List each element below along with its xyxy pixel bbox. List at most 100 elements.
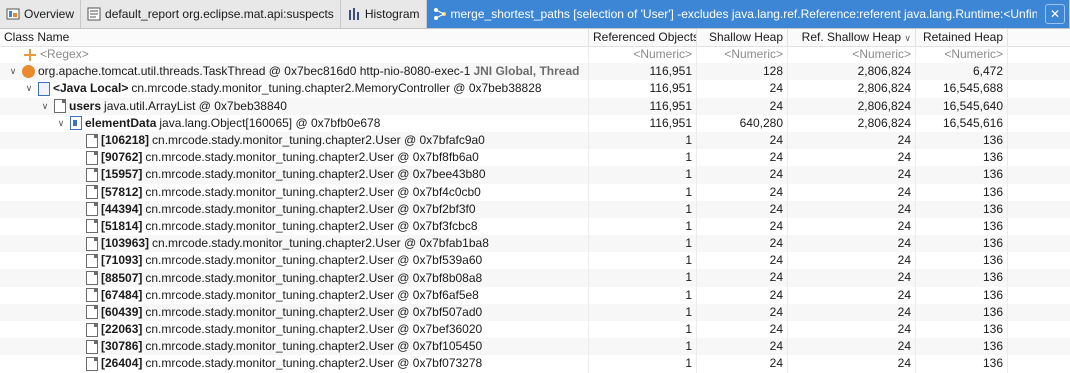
retained-heap-cell: 136 [916,235,1008,252]
table-row[interactable]: [30786]cn.mrcode.stady.monitor_tuning.ch… [0,338,1070,355]
table-row[interactable]: ∨ usersjava.util.ArrayList @ 0x7beb38840 1… [0,98,1070,115]
class-name-cell: [44394]cn.mrcode.stady.monitor_tuning.ch… [0,201,589,218]
tab-label: Histogram [365,7,420,21]
field-name: [30786] [101,338,142,355]
field-name: users [69,98,101,115]
retained-heap-cell: 136 [916,269,1008,286]
chevron-down-icon[interactable]: ∨ [39,100,51,112]
tab-overview[interactable]: Overview [0,0,81,28]
shallow-heap-cell: 24 [697,218,788,235]
column-header-shallow-heap[interactable]: Shallow Heap [697,29,788,46]
field-name: [15957] [101,166,142,183]
shallow-heap-cell: 24 [697,201,788,218]
table-row[interactable]: ∨ org.apache.tomcat.util.threads.TaskThre… [0,63,1070,80]
column-header-referenced-objects[interactable]: Referenced Objects [589,29,697,46]
table-row[interactable]: [60439]cn.mrcode.stady.monitor_tuning.ch… [0,304,1070,321]
table-row[interactable]: [51814]cn.mrcode.stady.monitor_tuning.ch… [0,218,1070,235]
class-name-cell: [88507]cn.mrcode.stady.monitor_tuning.ch… [0,269,589,286]
class-name-cell: [57812]cn.mrcode.stady.monitor_tuning.ch… [0,184,589,201]
object-icon [86,254,98,268]
filter-ref-shallow-input[interactable]: <Numeric> [788,46,916,63]
retained-heap-cell: 16,545,688 [916,80,1008,97]
field-name: [22063] [101,321,142,338]
object-label: cn.mrcode.stady.monitor_tuning.chapter2.… [145,149,478,166]
shallow-heap-cell: 24 [697,166,788,183]
spacer [71,289,83,301]
field-name: [106218] [101,132,149,149]
table-row[interactable]: ∨<Java Local>cn.mrcode.stady.monitor_tun… [0,80,1070,97]
filter-row: <Regex> <Numeric> <Numeric> <Numeric> <N… [0,46,1070,63]
filter-retained-input[interactable]: <Numeric> [916,46,1008,63]
shallow-heap-cell: 24 [697,132,788,149]
chevron-down-icon[interactable]: ∨ [23,83,35,95]
tab-histogram[interactable]: Histogram [341,0,427,28]
filter-cell-name[interactable]: <Regex> [0,46,589,63]
class-name-cell: [103963]cn.mrcode.stady.monitor_tuning.c… [0,235,589,252]
referenced-objects-cell: 116,951 [589,98,697,115]
object-icon [86,168,98,182]
ref-shallow-heap-cell: 24 [788,304,916,321]
object-icon [86,357,98,371]
ref-shallow-heap-cell: 24 [788,235,916,252]
ref-shallow-heap-cell: 24 [788,338,916,355]
chevron-down-icon[interactable]: ∨ [7,66,19,78]
field-name: [88507] [101,270,142,287]
tab-suspects[interactable]: default_report org.eclipse.mat.api:suspe… [81,0,341,28]
table-row[interactable]: [67484]cn.mrcode.stady.monitor_tuning.ch… [0,287,1070,304]
spacer [71,152,83,164]
column-header-class-name[interactable]: Class Name [0,29,589,46]
filter-shallow-input[interactable]: <Numeric> [697,46,788,63]
referenced-objects-cell: 1 [589,149,697,166]
object-label: cn.mrcode.stady.monitor_tuning.chapter2.… [145,287,478,304]
object-icon [54,99,66,113]
table-row[interactable]: [71093]cn.mrcode.stady.monitor_tuning.ch… [0,252,1070,269]
table-row[interactable]: [15957]cn.mrcode.stady.monitor_tuning.ch… [0,166,1070,183]
thread-icon [22,65,35,78]
shallow-heap-cell: 24 [697,269,788,286]
class-name-cell: [90762]cn.mrcode.stady.monitor_tuning.ch… [0,149,589,166]
retained-heap-cell: 136 [916,201,1008,218]
object-label: cn.mrcode.stady.monitor_tuning.chapter2.… [145,338,482,355]
object-label: cn.mrcode.stady.monitor_tuning.chapter2.… [145,201,475,218]
field-name: [67484] [101,287,142,304]
table-row[interactable]: [26404]cn.mrcode.stady.monitor_tuning.ch… [0,355,1070,372]
close-icon[interactable]: ✕ [1045,4,1065,24]
column-header-ref-shallow-heap[interactable]: Ref. Shallow Heap ∨ [788,29,916,46]
shallow-heap-cell: 24 [697,235,788,252]
regex-filter-input[interactable]: <Regex> [40,46,89,63]
class-name-cell: [60439]cn.mrcode.stady.monitor_tuning.ch… [0,304,589,321]
object-label: cn.mrcode.stady.monitor_tuning.chapter2.… [145,166,485,183]
table-row[interactable]: [106218]cn.mrcode.stady.monitor_tuning.c… [0,132,1070,149]
shallow-heap-cell: 24 [697,321,788,338]
retained-heap-cell: 136 [916,252,1008,269]
spacer [71,135,83,147]
referenced-objects-cell: 1 [589,269,697,286]
shallow-heap-cell: 24 [697,149,788,166]
referenced-objects-cell: 1 [589,201,697,218]
table-row[interactable]: [57812]cn.mrcode.stady.monitor_tuning.ch… [0,184,1070,201]
ref-shallow-heap-cell: 24 [788,149,916,166]
column-header-retained-heap[interactable]: Retained Heap [916,29,1008,46]
table-row[interactable]: [90762]cn.mrcode.stady.monitor_tuning.ch… [0,149,1070,166]
tab-merge-paths[interactable]: merge_shortest_paths [selection of 'User… [427,0,1070,28]
paths-icon [433,7,447,21]
retained-heap-cell: 136 [916,218,1008,235]
retained-heap-cell: 136 [916,287,1008,304]
table-row[interactable]: [44394]cn.mrcode.stady.monitor_tuning.ch… [0,201,1070,218]
referenced-objects-cell: 1 [589,287,697,304]
table-row[interactable]: ∨elementDatajava.lang.Object[160065] @ 0… [0,115,1070,132]
table-row[interactable]: [22063]cn.mrcode.stady.monitor_tuning.ch… [0,321,1070,338]
chevron-down-icon[interactable]: ∨ [55,117,67,129]
shallow-heap-cell: 24 [697,355,788,372]
filter-referenced-input[interactable]: <Numeric> [589,46,697,63]
object-label: java.util.ArrayList @ 0x7beb38840 [104,98,287,115]
table-row[interactable]: [88507]cn.mrcode.stady.monitor_tuning.ch… [0,269,1070,286]
field-name: [44394] [101,201,142,218]
object-label: org.apache.tomcat.util.threads.TaskThrea… [38,63,470,80]
referenced-objects-cell: 116,951 [589,63,697,80]
ref-shallow-heap-cell: 2,806,824 [788,98,916,115]
shallow-heap-cell: 24 [697,304,788,321]
class-name-cell: [71093]cn.mrcode.stady.monitor_tuning.ch… [0,252,589,269]
table-row[interactable]: [103963]cn.mrcode.stady.monitor_tuning.c… [0,235,1070,252]
object-icon [86,305,98,319]
